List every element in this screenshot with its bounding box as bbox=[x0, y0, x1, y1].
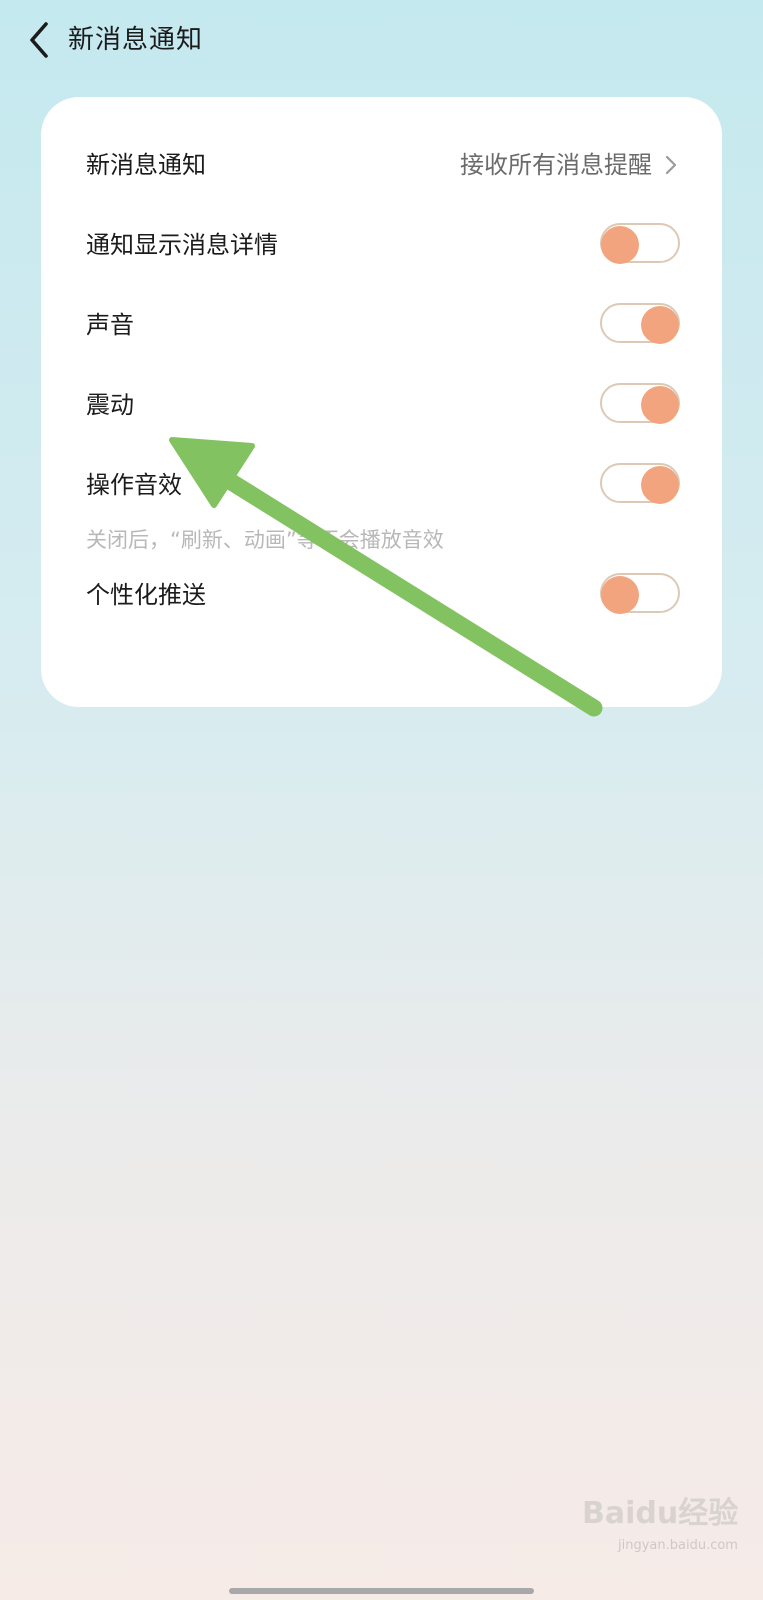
home-indicator[interactable] bbox=[229, 1588, 534, 1594]
personalized-push-toggle[interactable] bbox=[600, 573, 680, 614]
toggle-knob bbox=[641, 306, 679, 344]
toggle-knob bbox=[601, 226, 639, 264]
operation-sound-hint: 关闭后，“刷新、动画”等不会播放音效 bbox=[86, 528, 444, 552]
sound-label: 声音 bbox=[86, 311, 134, 339]
chevron-left-icon bbox=[30, 22, 48, 58]
watermark-url: jingyan.baidu.com bbox=[618, 1538, 738, 1553]
new-message-notification-row[interactable]: 新消息通知 接收所有消息提醒 bbox=[41, 133, 722, 197]
new-message-notification-label: 新消息通知 bbox=[86, 151, 206, 179]
vibration-row: 震动 bbox=[41, 373, 722, 437]
toggle-knob bbox=[641, 386, 679, 424]
vibration-toggle[interactable] bbox=[600, 383, 680, 424]
sound-row: 声音 bbox=[41, 293, 722, 357]
operation-sound-row: 操作音效 bbox=[41, 453, 722, 517]
watermark-logo: Baidu经验 bbox=[582, 1496, 739, 1531]
header-bar: 新消息通知 bbox=[0, 0, 763, 80]
new-message-notification-value: 接收所有消息提醒 bbox=[460, 151, 652, 179]
sound-toggle[interactable] bbox=[600, 303, 680, 344]
chevron-right-icon bbox=[665, 155, 677, 175]
vibration-label: 震动 bbox=[86, 391, 134, 419]
back-button[interactable] bbox=[22, 18, 62, 62]
page-title: 新消息通知 bbox=[68, 25, 204, 55]
show-details-label: 通知显示消息详情 bbox=[86, 231, 278, 259]
settings-card: 新消息通知 接收所有消息提醒 通知显示消息详情 声音 震动 操作音效 关闭后，“… bbox=[41, 97, 722, 707]
operation-sound-toggle[interactable] bbox=[600, 463, 680, 504]
show-details-row: 通知显示消息详情 bbox=[41, 213, 722, 277]
toggle-knob bbox=[601, 576, 639, 614]
operation-sound-label: 操作音效 bbox=[86, 471, 182, 499]
toggle-knob bbox=[641, 466, 679, 504]
personalized-push-label: 个性化推送 bbox=[86, 581, 206, 609]
show-details-toggle[interactable] bbox=[600, 223, 680, 264]
personalized-push-row: 个性化推送 bbox=[41, 563, 722, 627]
